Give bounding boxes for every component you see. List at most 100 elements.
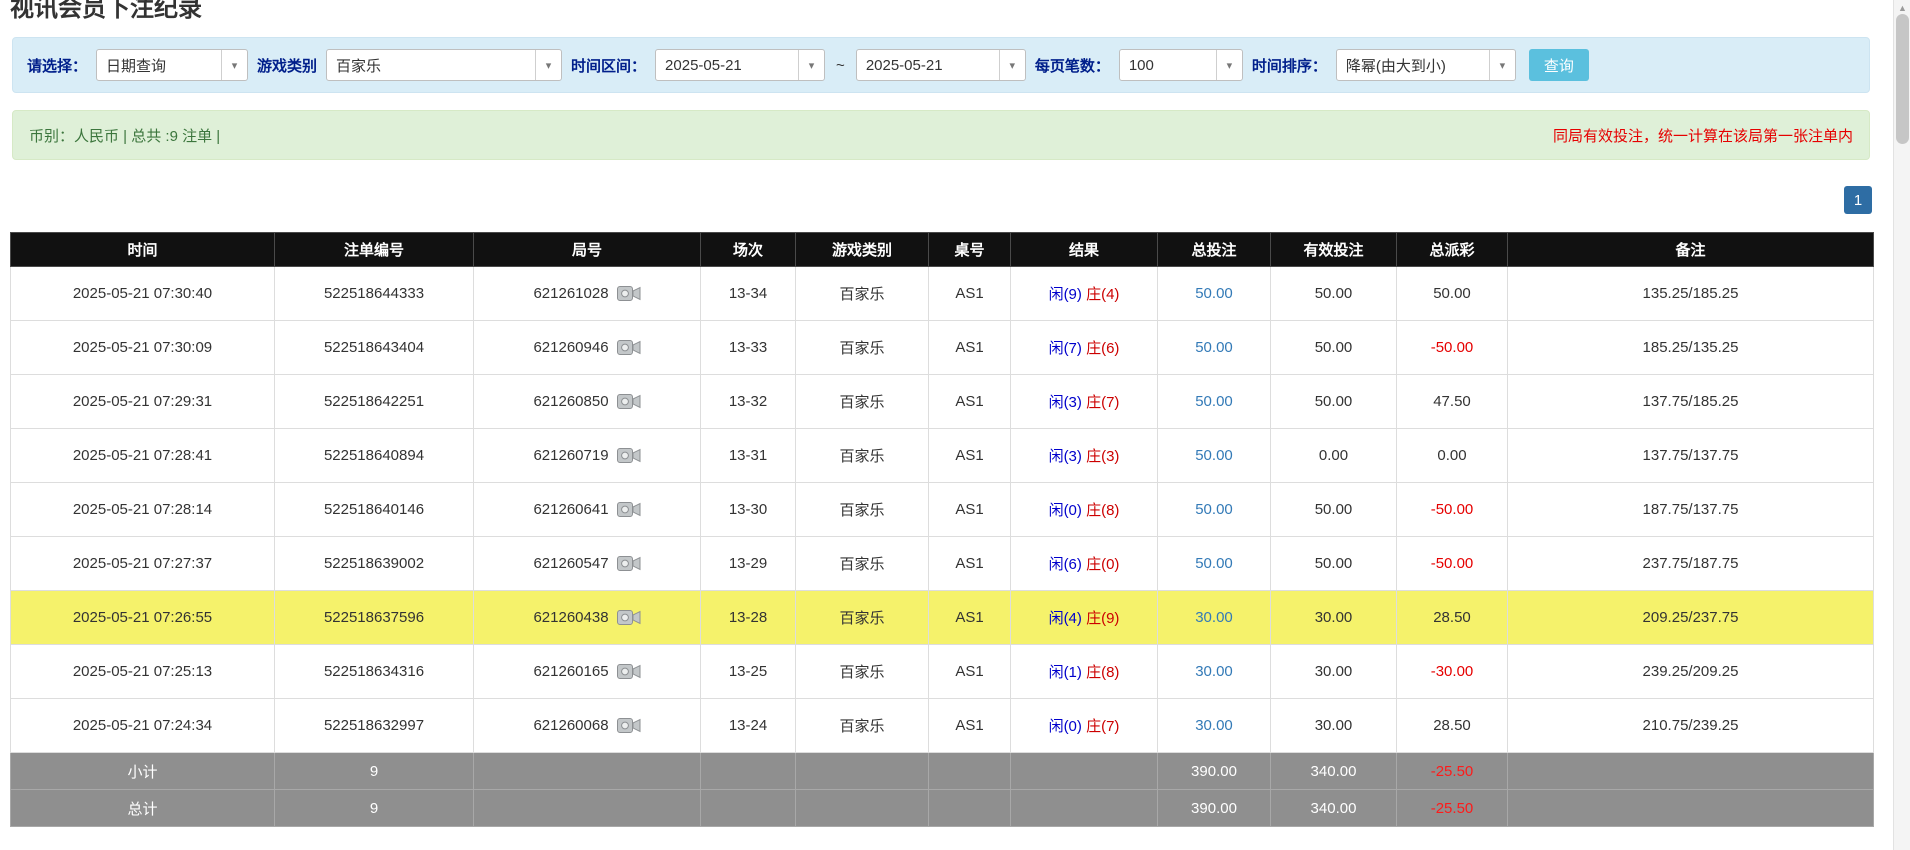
total-bet-link[interactable]: 30.00: [1195, 717, 1233, 734]
summary-valid-bet: 340.00: [1271, 753, 1397, 790]
round-number: 621260641: [533, 501, 608, 518]
column-header: 总派彩: [1397, 233, 1508, 267]
game-category-value: 百家乐: [327, 50, 535, 80]
cell-remark: 185.25/135.25: [1508, 321, 1874, 375]
cell-game-category: 百家乐: [796, 591, 929, 645]
result-player: 闲(3): [1049, 448, 1082, 465]
column-header: 时间: [11, 233, 275, 267]
cell-round-no: 621261028: [474, 267, 701, 321]
chevron-down-icon: ▾: [535, 50, 561, 80]
table-row: 2025-05-21 07:26:55522518637596621260438…: [11, 591, 1874, 645]
round-number: 621260438: [533, 609, 608, 626]
table-header-row: 时间注单编号局号场次游戏类别桌号结果总投注有效投注总派彩备注: [11, 233, 1874, 267]
range-separator: ~: [834, 57, 847, 74]
result-banker: 庄(9): [1086, 610, 1119, 627]
cell-remark: 237.75/187.75: [1508, 537, 1874, 591]
date-from-select[interactable]: 2025-05-21 ▾: [655, 49, 825, 81]
cell-game-category: 百家乐: [796, 537, 929, 591]
total-bet-link[interactable]: 50.00: [1195, 339, 1233, 356]
cell-session: 13-33: [701, 321, 796, 375]
video-replay-icon[interactable]: [617, 717, 641, 734]
round-number: 621261028: [533, 285, 608, 302]
cell-result: 闲(1) 庄(8): [1011, 645, 1158, 699]
date-to-select[interactable]: 2025-05-21 ▾: [856, 49, 1026, 81]
cell-payout: 0.00: [1397, 429, 1508, 483]
chevron-down-icon: ▾: [1216, 50, 1242, 80]
column-header: 备注: [1508, 233, 1874, 267]
cell-remark: 137.75/137.75: [1508, 429, 1874, 483]
video-replay-icon[interactable]: [617, 285, 641, 302]
video-replay-icon[interactable]: [617, 339, 641, 356]
game-category-select[interactable]: 百家乐 ▾: [326, 49, 562, 81]
cell-total-bet: 50.00: [1158, 483, 1271, 537]
result-player: 闲(0): [1049, 502, 1082, 519]
cell-payout: 28.50: [1397, 591, 1508, 645]
cell-remark: 210.75/239.25: [1508, 699, 1874, 753]
cell-session: 13-34: [701, 267, 796, 321]
page-button-1[interactable]: 1: [1844, 186, 1872, 214]
cell-result: 闲(7) 庄(6): [1011, 321, 1158, 375]
select-label: 请选择：: [27, 55, 87, 76]
cell-time: 2025-05-21 07:26:55: [11, 591, 275, 645]
time-sort-value: 降幂(由大到小): [1337, 50, 1489, 80]
result-player: 闲(3): [1049, 394, 1082, 411]
total-bet-link[interactable]: 50.00: [1195, 501, 1233, 518]
cell-game-category: 百家乐: [796, 375, 929, 429]
cell-result: 闲(9) 庄(4): [1011, 267, 1158, 321]
cell-table-no: AS1: [929, 429, 1011, 483]
cell-bet-no: 522518640146: [275, 483, 474, 537]
video-replay-icon[interactable]: [617, 609, 641, 626]
round-number: 621260850: [533, 393, 608, 410]
cell-session: 13-29: [701, 537, 796, 591]
scrollbar-up-arrow-icon[interactable]: ▲: [1894, 2, 1910, 14]
cell-time: 2025-05-21 07:28:41: [11, 429, 275, 483]
video-replay-icon[interactable]: [617, 447, 641, 464]
cell-round-no: 621260547: [474, 537, 701, 591]
page-size-select[interactable]: 100 ▾: [1119, 49, 1243, 81]
summary-bet-count: 9: [275, 790, 474, 827]
video-replay-icon[interactable]: [617, 501, 641, 518]
result-banker: 庄(7): [1086, 394, 1119, 411]
summary-payout: -25.50: [1397, 753, 1508, 790]
total-bet-link[interactable]: 30.00: [1195, 609, 1233, 626]
table-summary-row: 小计9390.00340.00-25.50: [11, 753, 1874, 790]
cell-session: 13-30: [701, 483, 796, 537]
table-footer: 小计9390.00340.00-25.50总计9390.00340.00-25.…: [11, 753, 1874, 827]
time-range-label: 时间区间：: [571, 55, 646, 76]
cell-payout: 50.00: [1397, 267, 1508, 321]
total-bet-link[interactable]: 30.00: [1195, 663, 1233, 680]
query-type-select[interactable]: 日期查询 ▾: [96, 49, 248, 81]
total-bet-link[interactable]: 50.00: [1195, 447, 1233, 464]
cell-remark: 239.25/209.25: [1508, 645, 1874, 699]
cell-result: 闲(0) 庄(7): [1011, 699, 1158, 753]
cell-payout: -50.00: [1397, 321, 1508, 375]
cell-round-no: 621260641: [474, 483, 701, 537]
table-row: 2025-05-21 07:24:34522518632997621260068…: [11, 699, 1874, 753]
table-row: 2025-05-21 07:30:09522518643404621260946…: [11, 321, 1874, 375]
query-button[interactable]: 查询: [1529, 49, 1589, 81]
vertical-scrollbar[interactable]: ▲: [1893, 0, 1910, 850]
time-sort-select[interactable]: 降幂(由大到小) ▾: [1336, 49, 1516, 81]
cell-result: 闲(3) 庄(3): [1011, 429, 1158, 483]
cell-total-bet: 50.00: [1158, 375, 1271, 429]
total-bet-link[interactable]: 50.00: [1195, 285, 1233, 302]
cell-payout: 47.50: [1397, 375, 1508, 429]
cell-game-category: 百家乐: [796, 429, 929, 483]
cell-session: 13-32: [701, 375, 796, 429]
table-body: 2025-05-21 07:30:40522518644333621261028…: [11, 267, 1874, 753]
page-size-value: 100: [1120, 50, 1216, 80]
cell-bet-no: 522518634316: [275, 645, 474, 699]
summary-total-bet: 390.00: [1158, 790, 1271, 827]
cell-valid-bet: 50.00: [1271, 267, 1397, 321]
video-replay-icon[interactable]: [617, 393, 641, 410]
cell-table-no: AS1: [929, 483, 1011, 537]
cell-remark: 187.75/137.75: [1508, 483, 1874, 537]
scrollbar-thumb[interactable]: [1896, 14, 1909, 144]
video-replay-icon[interactable]: [617, 663, 641, 680]
total-bet-link[interactable]: 50.00: [1195, 555, 1233, 572]
table-row: 2025-05-21 07:29:31522518642251621260850…: [11, 375, 1874, 429]
total-bet-link[interactable]: 50.00: [1195, 393, 1233, 410]
time-sort-label: 时间排序：: [1252, 55, 1327, 76]
video-replay-icon[interactable]: [617, 555, 641, 572]
cell-time: 2025-05-21 07:30:09: [11, 321, 275, 375]
